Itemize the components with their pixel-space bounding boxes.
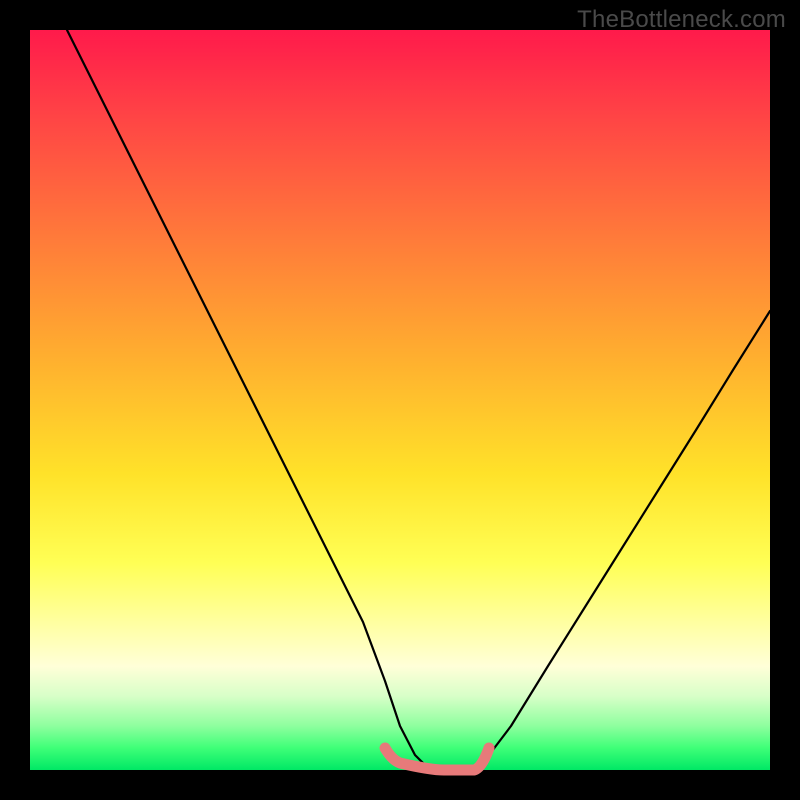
watermark-text: TheBottleneck.com <box>577 6 786 34</box>
chart-svg <box>30 30 770 770</box>
chart-frame: TheBottleneck.com <box>0 0 800 800</box>
chart-plot-area <box>30 30 770 770</box>
bottleneck-curve-path <box>67 30 770 770</box>
optimal-zone-path <box>385 748 489 770</box>
